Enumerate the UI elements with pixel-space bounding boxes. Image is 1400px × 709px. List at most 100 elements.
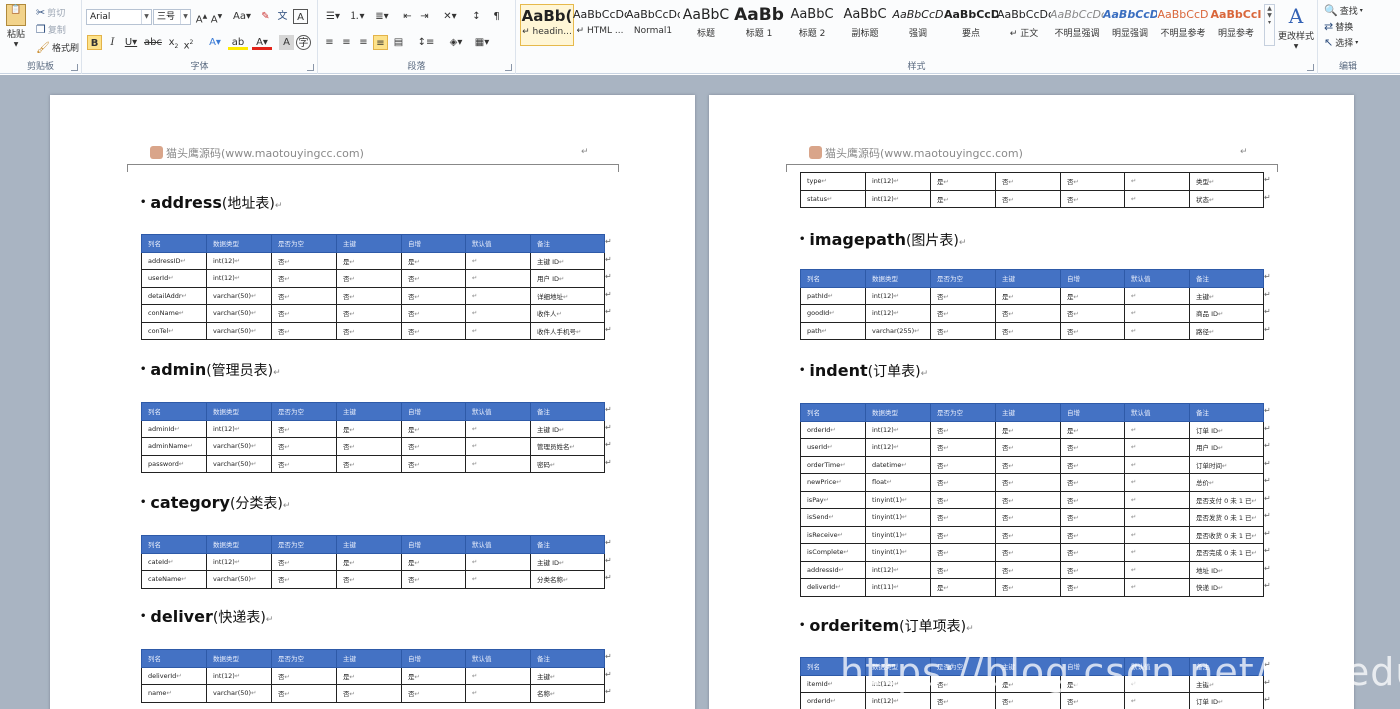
table-cell[interactable]: 状态↵ (1189, 189, 1264, 208)
table-cell[interactable]: 否↵ (1060, 692, 1125, 709)
table-cell[interactable]: 否↵ (995, 560, 1061, 579)
table-cell[interactable]: ↵ (1124, 473, 1190, 492)
table-cell[interactable]: varchar(255)↵ (865, 321, 931, 340)
table-cell[interactable]: int(12)↵ (865, 286, 931, 305)
table-cell[interactable]: 是否支付 0 未 1 已↵ (1189, 490, 1264, 509)
table-cell[interactable]: int(12)↵ (865, 172, 931, 191)
font-name-select[interactable]: Arial ▼ (86, 9, 152, 25)
copy-button[interactable]: ❐ 复制 (36, 23, 66, 36)
table-cell[interactable]: 主键 ID↵ (530, 419, 605, 438)
table-cell[interactable]: 否↵ (336, 570, 402, 589)
table-cell[interactable]: detailAddr↵ (141, 286, 207, 305)
table-cell[interactable]: 否↵ (930, 438, 996, 457)
table-cell[interactable]: ↵ (1124, 560, 1190, 579)
table-cell[interactable]: int(12)↵ (206, 269, 272, 288)
table-cell[interactable]: 快递 ID↵ (1189, 578, 1264, 597)
table-cell[interactable]: 否↵ (1060, 172, 1125, 191)
table-cell[interactable]: 详细地址↵ (530, 286, 605, 305)
table-cell[interactable]: int(12)↵ (865, 420, 931, 439)
table-cell[interactable]: 否↵ (271, 251, 337, 270)
table-cell[interactable]: ↵ (465, 269, 531, 288)
table-cell[interactable]: 否↵ (995, 172, 1061, 191)
table-cell[interactable]: 否↵ (930, 543, 996, 562)
table-cell[interactable]: int(12)↵ (206, 419, 272, 438)
table-cell[interactable]: ↵ (465, 286, 531, 305)
table-cell[interactable]: 密码↵ (530, 454, 605, 473)
table-cell[interactable]: varchar(50)↵ (206, 286, 272, 305)
table-cell[interactable]: ↵ (465, 684, 531, 703)
style-item[interactable]: AaBbCcD 不明显参考 (1156, 4, 1210, 46)
subscript-button[interactable]: x2 (166, 35, 181, 50)
table-cell[interactable]: ↵ (1124, 304, 1190, 323)
chinese-layout-button[interactable]: ✕▾ (440, 9, 460, 24)
table-cell[interactable]: 路径↵ (1189, 321, 1264, 340)
table-cell[interactable]: ↵ (465, 251, 531, 270)
table-cell[interactable]: 是↵ (401, 552, 466, 571)
numbering-button[interactable]: ⒈▾ (346, 9, 368, 24)
table-cell[interactable]: 否↵ (271, 552, 337, 571)
style-item[interactable]: AaBbCcD 要点 (944, 4, 998, 46)
table-cell[interactable]: 否↵ (995, 321, 1061, 340)
table-cell[interactable]: 否↵ (930, 692, 996, 709)
table-cell[interactable]: 否↵ (336, 454, 402, 473)
table-cell[interactable]: 否↵ (271, 437, 337, 456)
sort-button[interactable]: ↕ (469, 9, 484, 24)
table-cell[interactable]: varchar(50)↵ (206, 321, 272, 340)
format-painter-button[interactable]: 🖌 格式刷 (36, 41, 79, 54)
table-cell[interactable]: 否↵ (336, 321, 402, 340)
table-cell[interactable]: ↵ (1124, 455, 1190, 474)
table-cell[interactable]: float↵ (865, 473, 931, 492)
page-left[interactable]: 猫头鹰源码(www.maotouyingcc.com) ↵ • address(地… (50, 95, 695, 709)
strikethrough-button[interactable]: abc (144, 35, 162, 50)
align-left-button[interactable]: ≡ (322, 35, 337, 50)
table-cell[interactable]: 否↵ (995, 473, 1061, 492)
table-cell[interactable]: 是↵ (401, 666, 466, 685)
table-cell[interactable]: int(12)↵ (865, 189, 931, 208)
table-cell[interactable]: isPay↵ (800, 490, 866, 509)
table-cell[interactable]: 否↵ (930, 304, 996, 323)
style-item[interactable]: AaBb(↵ headin... (520, 4, 574, 46)
schema-table[interactable]: 列名 数据类型 是否为空 主键 自增 默认值 备注 pathId↵ int(12)↵ 否↵ 是↵ 是↵… (800, 269, 1264, 340)
page-right[interactable]: 猫头鹰源码(www.maotouyingcc.com) ↵ type↵ int(1… (709, 95, 1354, 709)
table-cell[interactable]: 否↵ (401, 684, 466, 703)
table-cell[interactable]: tinyint(1)↵ (865, 525, 931, 544)
table-cell[interactable]: 否↵ (1060, 473, 1125, 492)
replace-button[interactable]: ⇄ 替换 (1324, 20, 1353, 33)
table-cell[interactable]: 是↵ (1060, 420, 1125, 439)
table-cell[interactable]: 收件人手机号↵ (530, 321, 605, 340)
table-cell[interactable]: 否↵ (401, 304, 466, 323)
table-cell[interactable]: name↵ (141, 684, 207, 703)
table-cell[interactable]: 否↵ (930, 420, 996, 439)
table-cell[interactable]: int(12)↵ (865, 692, 931, 709)
table-cell[interactable]: tinyint(1)↵ (865, 543, 931, 562)
table-cell[interactable]: 是↵ (336, 552, 402, 571)
schema-table[interactable]: 列名 数据类型 是否为空 主键 自增 默认值 备注 addressID↵ int(12)↵ 否↵ 是… (141, 234, 605, 340)
char-border-button[interactable]: A (293, 9, 308, 24)
cut-button[interactable]: ✂ 剪切 (36, 6, 65, 19)
table-cell[interactable]: 订单时间↵ (1189, 455, 1264, 474)
style-item[interactable]: AaBbCcDd ↵ 正文 (997, 4, 1051, 46)
select-button[interactable]: ↖ 选择 ▾ (1324, 36, 1358, 49)
table-cell[interactable]: path↵ (800, 321, 866, 340)
table-cell[interactable]: 用户 ID↵ (530, 269, 605, 288)
table-cell[interactable]: ↵ (1124, 438, 1190, 457)
table-cell[interactable]: int(12)↵ (206, 552, 272, 571)
table-cell[interactable]: 否↵ (995, 455, 1061, 474)
table-cell[interactable]: 是↵ (995, 286, 1061, 305)
schema-table[interactable]: 列名 数据类型 是否为空 主键 自增 默认值 备注 deliverId↵ int(12)↵ 否↵ 是… (141, 649, 605, 703)
table-cell[interactable]: 主键↵ (530, 666, 605, 685)
table-cell[interactable]: ↵ (1124, 490, 1190, 509)
table-cell[interactable]: ↵ (1124, 508, 1190, 527)
style-item[interactable]: AaBbCcI 明显参考 (1209, 4, 1263, 46)
style-item[interactable]: AaBbCcDc 明显强调 (1103, 4, 1157, 46)
table-cell[interactable]: ↵ (465, 321, 531, 340)
table-cell[interactable]: 是↵ (930, 578, 996, 597)
grow-font-button[interactable]: A▲ (194, 9, 209, 25)
align-right-button[interactable]: ≡ (356, 35, 371, 50)
styles-launcher[interactable] (1307, 64, 1314, 71)
table-cell[interactable]: 否↵ (995, 189, 1061, 208)
table-cell[interactable]: 否↵ (930, 525, 996, 544)
table-cell[interactable]: 主键 ID↵ (530, 251, 605, 270)
table-cell[interactable]: orderTime↵ (800, 455, 866, 474)
table-cell[interactable]: ↵ (1124, 189, 1190, 208)
